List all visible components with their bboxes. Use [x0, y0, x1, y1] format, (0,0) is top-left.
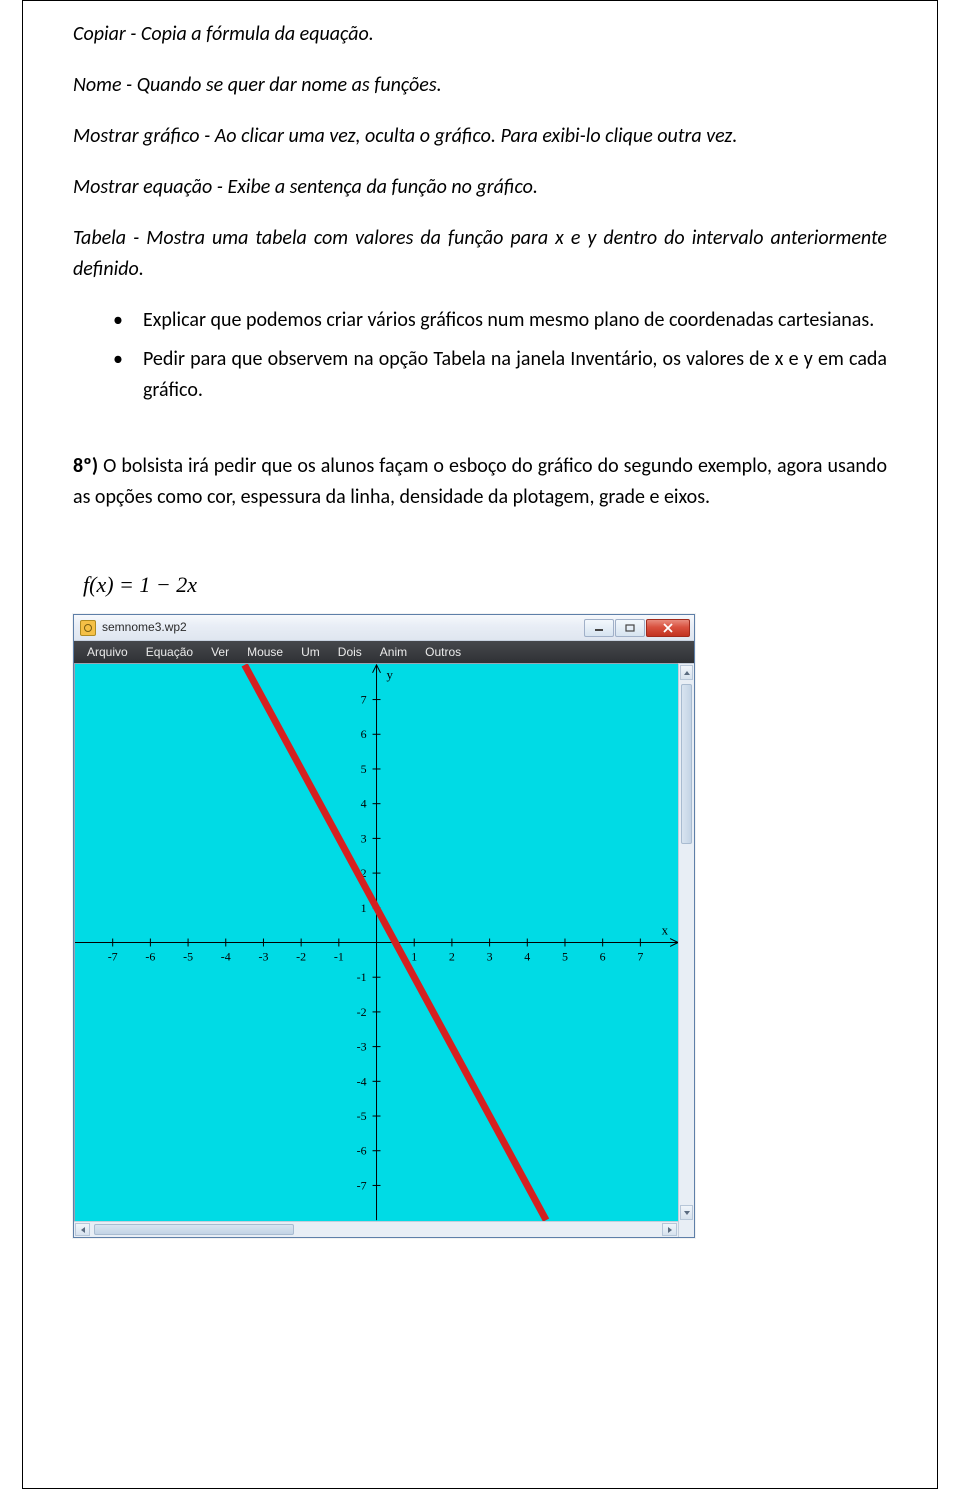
equation-formula: f(x) = 1 − 2x: [83, 568, 887, 602]
svg-text:1: 1: [361, 901, 367, 915]
svg-text:5: 5: [361, 762, 367, 776]
horizontal-scrollbar[interactable]: [74, 1221, 694, 1237]
scroll-corner: [678, 1221, 694, 1237]
definition-mostrar-equacao: Mostrar equação - Exibe a sentença da fu…: [73, 172, 887, 203]
scroll-thumb-vertical[interactable]: [681, 684, 692, 844]
svg-text:1: 1: [411, 950, 417, 964]
svg-text:7: 7: [361, 693, 367, 707]
vertical-scrollbar[interactable]: [678, 663, 694, 1221]
step-8-text: O bolsista irá pedir que os alunos façam…: [73, 454, 887, 509]
text-nome: - Quando se quer dar nome as funções.: [122, 73, 442, 97]
scroll-down-button[interactable]: [680, 1205, 693, 1220]
app-window: semnome3.wp2 Arquivo Equação Ver: [73, 614, 695, 1238]
menu-outros[interactable]: Outros: [416, 641, 470, 664]
menu-anim[interactable]: Anim: [371, 641, 416, 664]
menu-mouse[interactable]: Mouse: [238, 641, 292, 664]
menu-dois[interactable]: Dois: [329, 641, 371, 664]
plot-canvas[interactable]: -7-6-5-4-3-2-11234567-7-6-5-4-3-2-112345…: [74, 663, 678, 1221]
bullet-item: Explicar que podemos criar vários gráfic…: [113, 305, 887, 336]
svg-text:-5: -5: [183, 950, 193, 964]
close-button[interactable]: [646, 619, 690, 637]
svg-text:3: 3: [361, 831, 367, 845]
maximize-button[interactable]: [615, 619, 645, 637]
svg-text:-1: -1: [334, 950, 344, 964]
svg-text:5: 5: [562, 950, 568, 964]
svg-text:6: 6: [361, 727, 367, 741]
scroll-right-button[interactable]: [662, 1223, 677, 1236]
minimize-icon: [594, 624, 604, 632]
window-titlebar[interactable]: semnome3.wp2: [74, 615, 694, 641]
definition-tabela: Tabela - Mostra uma tabela com valores d…: [73, 223, 887, 285]
menu-bar: Arquivo Equação Ver Mouse Um Dois Anim O…: [74, 641, 694, 663]
bullet-item: Pedir para que observem na opção Tabela …: [113, 344, 887, 406]
svg-text:6: 6: [600, 950, 606, 964]
svg-text:-4: -4: [357, 1074, 367, 1088]
scroll-up-button[interactable]: [680, 665, 693, 680]
term-nome: Nome: [73, 73, 122, 97]
svg-text:-3: -3: [258, 950, 268, 964]
svg-text:7: 7: [637, 950, 643, 964]
term-mostrar-grafico: Mostrar gráfico: [73, 124, 200, 148]
maximize-icon: [625, 624, 635, 632]
term-mostrar-equacao: Mostrar equação: [73, 175, 212, 199]
svg-text:y: y: [386, 667, 393, 682]
definition-mostrar-grafico: Mostrar gráfico - Ao clicar uma vez, ocu…: [73, 121, 887, 152]
svg-text:-1: -1: [357, 970, 367, 984]
scroll-thumb-horizontal[interactable]: [94, 1224, 294, 1235]
chart-svg: -7-6-5-4-3-2-11234567-7-6-5-4-3-2-112345…: [75, 664, 678, 1221]
text-copiar: - Copia a fórmula da equação.: [126, 22, 374, 46]
svg-text:-2: -2: [296, 950, 306, 964]
svg-text:-6: -6: [145, 950, 155, 964]
svg-text:-2: -2: [357, 1005, 367, 1019]
menu-ver[interactable]: Ver: [202, 641, 238, 664]
bullet-list: Explicar que podemos criar vários gráfic…: [113, 305, 887, 406]
definition-copiar: Copiar - Copia a fórmula da equação.: [73, 19, 887, 50]
definition-nome: Nome - Quando se quer dar nome as funçõe…: [73, 70, 887, 101]
step-8-prefix: 8º): [73, 454, 98, 478]
svg-text:2: 2: [449, 950, 455, 964]
term-copiar: Copiar: [73, 22, 126, 46]
svg-text:3: 3: [487, 950, 493, 964]
menu-equacao[interactable]: Equação: [137, 641, 202, 664]
svg-text:4: 4: [524, 950, 530, 964]
minimize-button[interactable]: [584, 619, 614, 637]
scroll-left-button[interactable]: [75, 1223, 90, 1236]
svg-text:-5: -5: [357, 1109, 367, 1123]
svg-text:-6: -6: [357, 1144, 367, 1158]
text-tabela: - Mostra uma tabela com valores da funçã…: [73, 226, 887, 281]
window-title: semnome3.wp2: [102, 618, 583, 637]
svg-text:x: x: [662, 923, 669, 938]
app-icon: [80, 620, 96, 636]
text-mostrar-equacao: - Exibe a sentença da função no gráfico.: [212, 175, 538, 199]
svg-text:-4: -4: [221, 950, 231, 964]
step-8: 8º) O bolsista irá pedir que os alunos f…: [73, 451, 887, 513]
text-mostrar-grafico: - Ao clicar uma vez, oculta o gráfico. P…: [200, 124, 738, 148]
menu-arquivo[interactable]: Arquivo: [78, 641, 137, 664]
svg-text:4: 4: [361, 797, 367, 811]
term-tabela: Tabela: [73, 226, 126, 250]
svg-text:-7: -7: [357, 1179, 367, 1193]
menu-um[interactable]: Um: [292, 641, 329, 664]
svg-text:-7: -7: [108, 950, 118, 964]
svg-text:-3: -3: [357, 1040, 367, 1054]
close-icon: [662, 623, 674, 633]
